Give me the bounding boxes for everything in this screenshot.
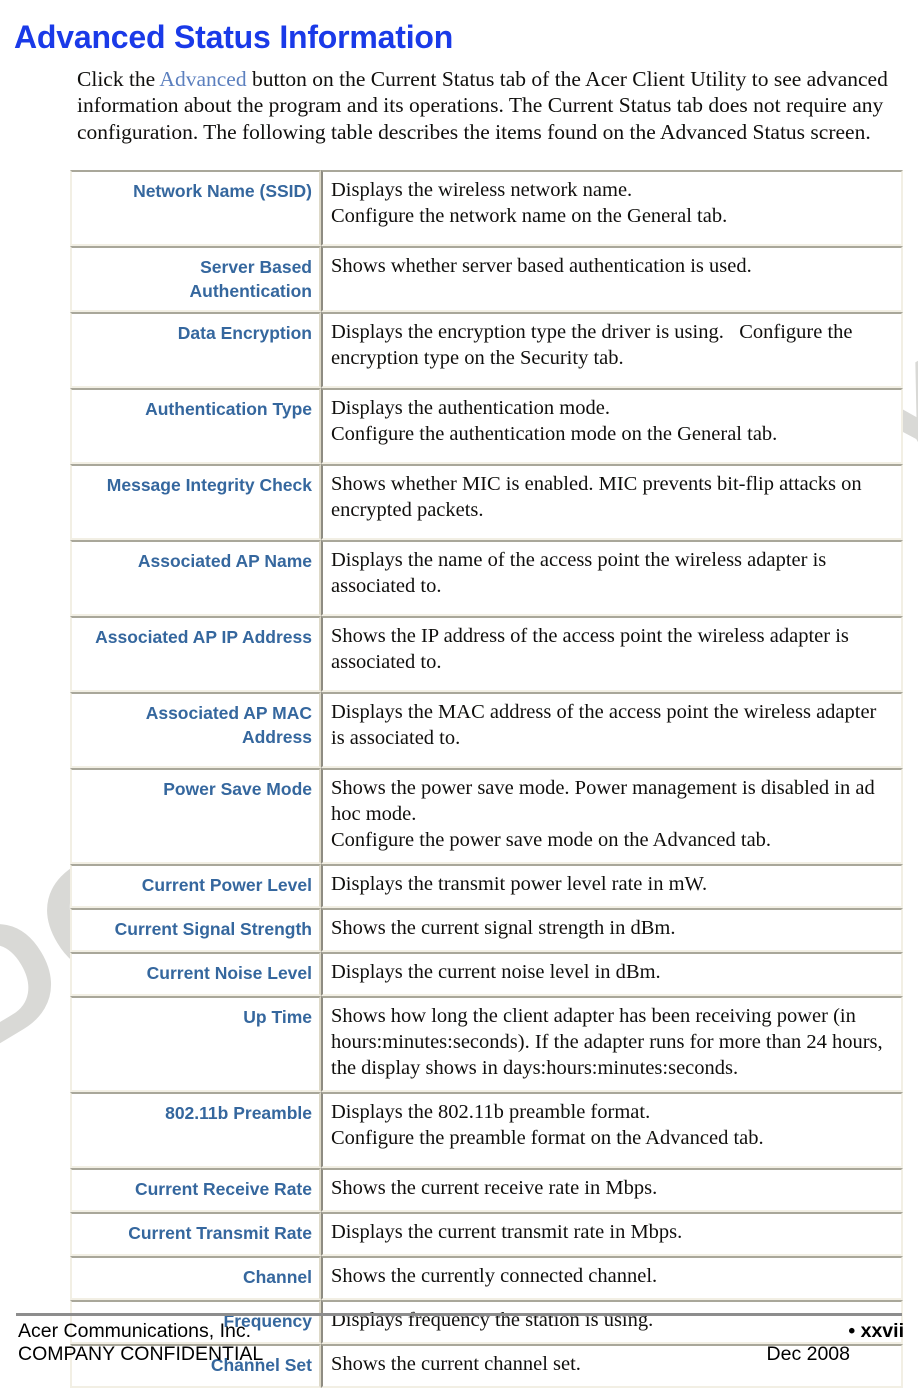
table-row-label: Up Time [70, 996, 321, 1092]
table-row: Current Power Level Displays the transmit… [70, 864, 903, 908]
intro-text-before-link: Click the [77, 66, 160, 91]
table-row-description: Shows whether MIC is enabled. MIC preven… [321, 464, 903, 540]
table-row: Associated AP MAC Address Displays the MA… [70, 692, 903, 768]
table-row-description: Shows whether server based authenticatio… [321, 246, 903, 312]
description-line: Shows the IP address of the access point… [331, 625, 855, 673]
footer-date: Dec 2008 [766, 1343, 850, 1365]
table-row-label: Current Noise Level [70, 952, 321, 996]
table-row-label: Associated AP MAC Address [70, 692, 321, 768]
table-row-description: Displays frequency the station is using. [321, 1300, 903, 1344]
table-row: 802.11b Preamble Displays the 802.11b pre… [70, 1092, 903, 1168]
intro-paragraph: Click the Advanced button on the Current… [77, 66, 915, 146]
description-line: Displays frequency the station is using. [331, 1309, 654, 1331]
table-row-description: Displays the current transmit rate in Mb… [321, 1212, 903, 1256]
table-row-description: Displays the encryption type the driver … [321, 312, 903, 388]
table-row: Current Receive Rate Shows the current re… [70, 1168, 903, 1212]
description-line: Displays the 802.11b preamble format. [331, 1101, 651, 1123]
table-row-label: Network Name (SSID) [70, 170, 321, 246]
description-line: Displays the MAC address of the access p… [331, 701, 882, 749]
description-line: Shows the currently connected channel. [331, 1265, 658, 1287]
table-row: Authentication Type Displays the authenti… [70, 388, 903, 464]
table-row-label: Current Power Level [70, 864, 321, 908]
table-row-label: Associated AP IP Address [70, 616, 321, 692]
table-row: Server Based Authentication Shows whether… [70, 246, 903, 312]
table-row-description: Displays the 802.11b preamble format. Con… [321, 1092, 903, 1168]
page-content: Advanced Status Information Click the Ad… [0, 0, 918, 1388]
table-row-description: Displays the transmit power level rate i… [321, 864, 903, 908]
description-line: Displays the transmit power level rate i… [331, 873, 708, 895]
table-row-description: Displays the MAC address of the access p… [321, 692, 903, 768]
table-row: Current Signal Strength Shows the current… [70, 908, 903, 952]
description-line: Displays the name of the access point th… [331, 549, 832, 597]
table-row: Channel Shows the currently connected cha… [70, 1256, 903, 1300]
description-line: Shows the power save mode. Power managem… [331, 777, 880, 825]
table-row-label: Channel [70, 1256, 321, 1300]
description-line: Configure the authentication mode on the… [331, 423, 778, 445]
table-row-description: Displays the wireless network name. Confi… [321, 170, 903, 246]
description-line: Displays the encryption type the driver … [331, 321, 858, 369]
table-row-description: Displays the authentication mode. Configu… [321, 388, 903, 464]
table-row: Up Time Shows how long the client adapter… [70, 996, 903, 1092]
table-row: Current Transmit Rate Displays the curren… [70, 1212, 903, 1256]
table-row-description: Shows the IP address of the access point… [321, 616, 903, 692]
table-row: Associated AP Name Displays the name of t… [70, 540, 903, 616]
description-line: Shows the current signal strength in dBm… [331, 917, 676, 939]
table-row-label: Power Save Mode [70, 768, 321, 864]
table-row-label: Associated AP Name [70, 540, 321, 616]
table-row: Current Noise Level Displays the current … [70, 952, 903, 996]
table-row: Associated AP IP Address Shows the IP add… [70, 616, 903, 692]
table-row-label: Current Transmit Rate [70, 1212, 321, 1256]
table-row: Message Integrity Check Shows whether MIC… [70, 464, 903, 540]
advanced-status-table-body: Network Name (SSID) Displays the wireless… [70, 170, 903, 1388]
description-line: Displays the current transmit rate in Mb… [331, 1221, 683, 1243]
description-line: Displays the wireless network name. [331, 179, 633, 201]
table-row-description: Displays the name of the access point th… [321, 540, 903, 616]
footer-confidentiality-notice: COMPANY CONFIDENTIAL [18, 1343, 264, 1365]
table-row-description: Shows the current receive rate in Mbps. [321, 1168, 903, 1212]
table-row-label: Data Encryption [70, 312, 321, 388]
table-row-label: Message Integrity Check [70, 464, 321, 540]
description-line: Shows whether server based authenticatio… [331, 255, 752, 277]
table-row-description: Shows how long the client adapter has be… [321, 996, 903, 1092]
footer-divider [16, 1313, 902, 1316]
table-row-label: Server Based Authentication [70, 246, 321, 312]
description-line: Displays the current noise level in dBm. [331, 961, 661, 983]
description-line: Configure the network name on the Genera… [331, 205, 728, 227]
description-line: Configure the power save mode on the Adv… [331, 829, 772, 851]
table-row-label: 802.11b Preamble [70, 1092, 321, 1168]
table-row: Power Save Mode Shows the power save mode… [70, 768, 903, 864]
description-line: Shows whether MIC is enabled. MIC preven… [331, 473, 867, 521]
description-line: Configure the preamble format on the Adv… [331, 1127, 764, 1149]
table-row-description: Shows the currently connected channel. [321, 1256, 903, 1300]
footer-company-name: Acer Communications, Inc. [18, 1320, 252, 1342]
description-line: Shows the current receive rate in Mbps. [331, 1177, 658, 1199]
description-line: Displays the authentication mode. [331, 397, 610, 419]
table-row-label: Authentication Type [70, 388, 321, 464]
table-row-description: Shows the power save mode. Power managem… [321, 768, 903, 864]
table-row-label: Current Signal Strength [70, 908, 321, 952]
table-row: Data Encryption Displays the encryption t… [70, 312, 903, 388]
table-row-description: Shows the current signal strength in dBm… [321, 908, 903, 952]
advanced-status-table: Network Name (SSID) Displays the wireless… [70, 170, 903, 1388]
table-row: Network Name (SSID) Displays the wireless… [70, 170, 903, 246]
table-row-description: Displays the current noise level in dBm. [321, 952, 903, 996]
table-row-label: Current Receive Rate [70, 1168, 321, 1212]
footer-page-number: • xxvii [848, 1320, 904, 1342]
page-title: Advanced Status Information [14, 19, 454, 56]
description-line: Shows how long the client adapter has be… [331, 1005, 888, 1079]
advanced-link[interactable]: Advanced [159, 67, 246, 91]
